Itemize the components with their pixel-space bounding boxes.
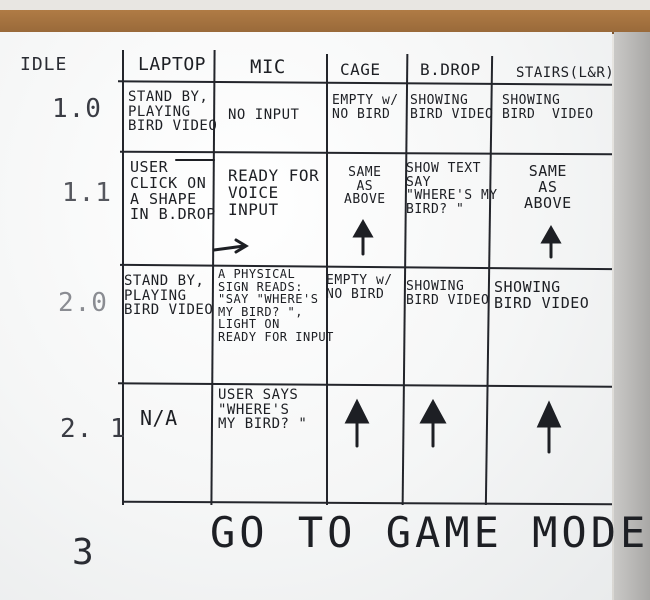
whiteboard-top-frame: [0, 10, 650, 34]
up-arrow-icon: [344, 398, 370, 448]
whiteboard: IDLE LAPTOP MIC CAGE B.DROP STAIRS(L&R) …: [0, 32, 645, 600]
up-arrow-icon: [540, 224, 562, 259]
up-arrow-icon: [419, 398, 447, 448]
right-arrow-icon: [212, 238, 249, 254]
up-arrow-icon: [536, 400, 562, 454]
up-arrow-icon: [352, 218, 374, 256]
arrows-layer: [175, 159, 562, 454]
